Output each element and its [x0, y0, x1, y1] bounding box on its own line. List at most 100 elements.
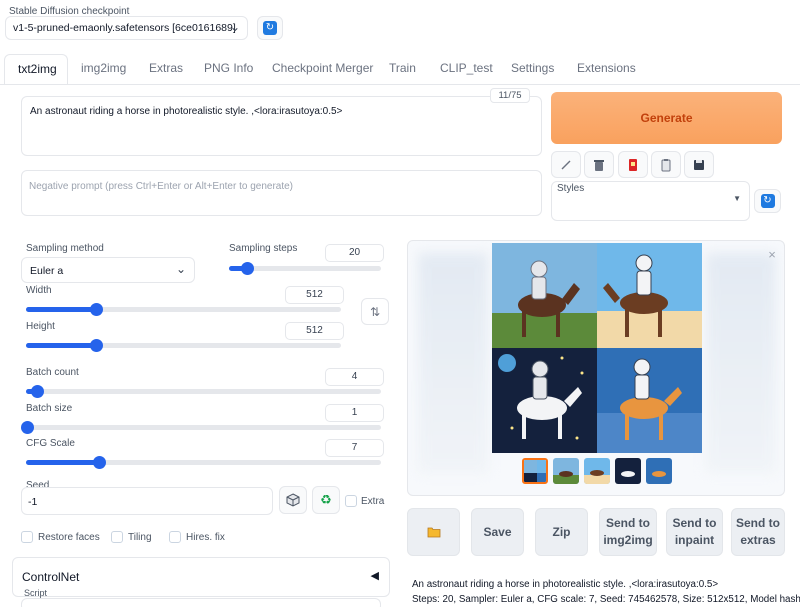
batch-size-label: Batch size: [26, 403, 73, 414]
close-icon[interactable]: ×: [765, 248, 779, 262]
button-label-line: Send to: [736, 516, 780, 530]
cfg-scale-slider[interactable]: [26, 456, 381, 469]
red-card-icon: [629, 158, 637, 171]
thumbnail-image: [646, 458, 672, 484]
negative-prompt-placeholder: Negative prompt (press Ctrl+Enter or Alt…: [29, 181, 294, 192]
tab-extras[interactable]: Extras: [149, 61, 183, 75]
prompt-input[interactable]: An astronaut riding a horse in photoreal…: [21, 96, 542, 156]
tiling-label: Tiling: [128, 532, 152, 543]
restore-faces-checkbox[interactable]: [21, 531, 33, 543]
tab-txt2img[interactable]: txt2img: [4, 54, 68, 84]
batch-count-label: Batch count: [26, 367, 79, 378]
gallery-thumbnail[interactable]: [522, 458, 548, 484]
script-dropdown[interactable]: [21, 598, 381, 607]
controlnet-accordion[interactable]: ControlNet ◀: [12, 557, 390, 597]
zip-label: Zip: [552, 524, 571, 539]
apply-style-button[interactable]: [651, 151, 681, 178]
cfg-scale-input[interactable]: 7: [325, 439, 384, 457]
chevron-down-icon: ⌄: [175, 262, 186, 276]
gallery-thumbnail[interactable]: [553, 458, 579, 484]
sampling-method-select[interactable]: Euler a ⌄: [21, 257, 195, 283]
trash-icon: [594, 159, 604, 171]
width-label: Width: [26, 285, 52, 296]
generation-info-params: Steps: 20, Sampler: Euler a, CFG scale: …: [412, 594, 800, 605]
refresh-icon: ↻: [760, 194, 775, 208]
generated-image-grid[interactable]: [492, 243, 702, 453]
sampling-method-label: Sampling method: [26, 243, 104, 254]
refresh-checkpoint-button[interactable]: ↻: [257, 16, 283, 40]
tab-checkpoint-merger[interactable]: Checkpoint Merger: [272, 61, 373, 75]
generate-label: Generate: [640, 111, 693, 125]
hires-fix-label: Hires. fix: [186, 532, 225, 543]
tab-divider: [0, 84, 800, 85]
send-to-inpaint-button[interactable]: Send to inpaint: [666, 508, 723, 556]
button-label-line: extras: [740, 533, 776, 547]
arrow-diagonal-icon: [561, 160, 571, 169]
zip-button[interactable]: Zip: [535, 508, 588, 556]
seed-value: -1: [28, 496, 38, 508]
dice-icon: [286, 493, 300, 507]
cfg-scale-label: CFG Scale: [26, 438, 75, 449]
token-counter: 11/75: [490, 88, 530, 103]
clear-prompt-button[interactable]: [584, 151, 614, 178]
read-params-button[interactable]: [551, 151, 581, 178]
styles-dropdown[interactable]: Styles ▼: [551, 181, 750, 221]
generation-info-prompt: An astronaut riding a horse in photoreal…: [412, 579, 719, 590]
sampling-method-value: Euler a: [30, 265, 64, 277]
button-label-line: inpaint: [674, 533, 715, 547]
swap-dimensions-button[interactable]: ⇅: [361, 298, 389, 325]
height-input[interactable]: 512: [285, 322, 344, 340]
floppy-disk-icon: [694, 159, 704, 170]
controlnet-label: ControlNet: [22, 570, 80, 584]
prompt-text: An astronaut riding a horse in photoreal…: [30, 106, 343, 117]
button-label-line: Send to: [606, 516, 650, 530]
open-folder-button[interactable]: [407, 508, 460, 556]
folder-icon: [427, 527, 440, 538]
batch-count-slider[interactable]: [26, 385, 381, 398]
batch-size-input[interactable]: 1: [325, 404, 384, 422]
save-button[interactable]: Save: [471, 508, 524, 556]
sampling-steps-input[interactable]: 20: [325, 244, 384, 262]
caret-down-icon: ▼: [733, 194, 741, 203]
script-label: Script: [24, 588, 48, 598]
sampling-steps-slider[interactable]: [229, 262, 381, 275]
save-style-button[interactable]: [684, 151, 714, 178]
tiling-checkbox[interactable]: [111, 531, 123, 543]
sampling-steps-label: Sampling steps: [229, 243, 298, 254]
grid-thumbnail-image: [524, 460, 546, 482]
tab-clip-test[interactable]: CLIP_test: [440, 61, 493, 75]
tab-label: txt2img: [18, 62, 57, 76]
refresh-styles-button[interactable]: ↻: [754, 189, 781, 213]
send-to-img2img-button[interactable]: Send to img2img: [599, 508, 657, 556]
random-seed-button[interactable]: [279, 486, 307, 514]
gallery-thumbnail[interactable]: [646, 458, 672, 484]
height-slider[interactable]: [26, 339, 341, 352]
show-extra-networks-button[interactable]: [618, 151, 648, 178]
tab-img2img[interactable]: img2img: [81, 61, 126, 75]
thumbnail-image: [615, 458, 641, 484]
seed-input[interactable]: -1: [21, 487, 273, 515]
astronaut-horse-image: [492, 243, 702, 453]
batch-size-slider[interactable]: [21, 421, 381, 434]
button-label-line: img2img: [603, 533, 653, 547]
clipboard-icon: [661, 158, 671, 171]
generate-button[interactable]: Generate: [551, 92, 782, 144]
checkpoint-value: v1-5-pruned-emaonly.safetensors [6ce0161…: [13, 22, 236, 34]
extra-checkbox[interactable]: [345, 495, 357, 507]
tab-settings[interactable]: Settings: [511, 61, 554, 75]
tab-extensions[interactable]: Extensions: [577, 61, 636, 75]
gallery-thumbnail[interactable]: [584, 458, 610, 484]
batch-count-input[interactable]: 4: [325, 368, 384, 386]
width-input[interactable]: 512: [285, 286, 344, 304]
checkpoint-select[interactable]: v1-5-pruned-emaonly.safetensors [6ce0161…: [5, 16, 248, 40]
reuse-seed-button[interactable]: ♻: [312, 486, 340, 514]
blurred-background: [418, 253, 488, 473]
height-label: Height: [26, 321, 55, 332]
tab-train[interactable]: Train: [389, 61, 416, 75]
send-to-extras-button[interactable]: Send to extras: [731, 508, 785, 556]
negative-prompt-input[interactable]: Negative prompt (press Ctrl+Enter or Alt…: [21, 170, 542, 216]
gallery-thumbnail[interactable]: [615, 458, 641, 484]
width-slider[interactable]: [26, 303, 341, 316]
hires-fix-checkbox[interactable]: [169, 531, 181, 543]
tab-png-info[interactable]: PNG Info: [204, 61, 253, 75]
